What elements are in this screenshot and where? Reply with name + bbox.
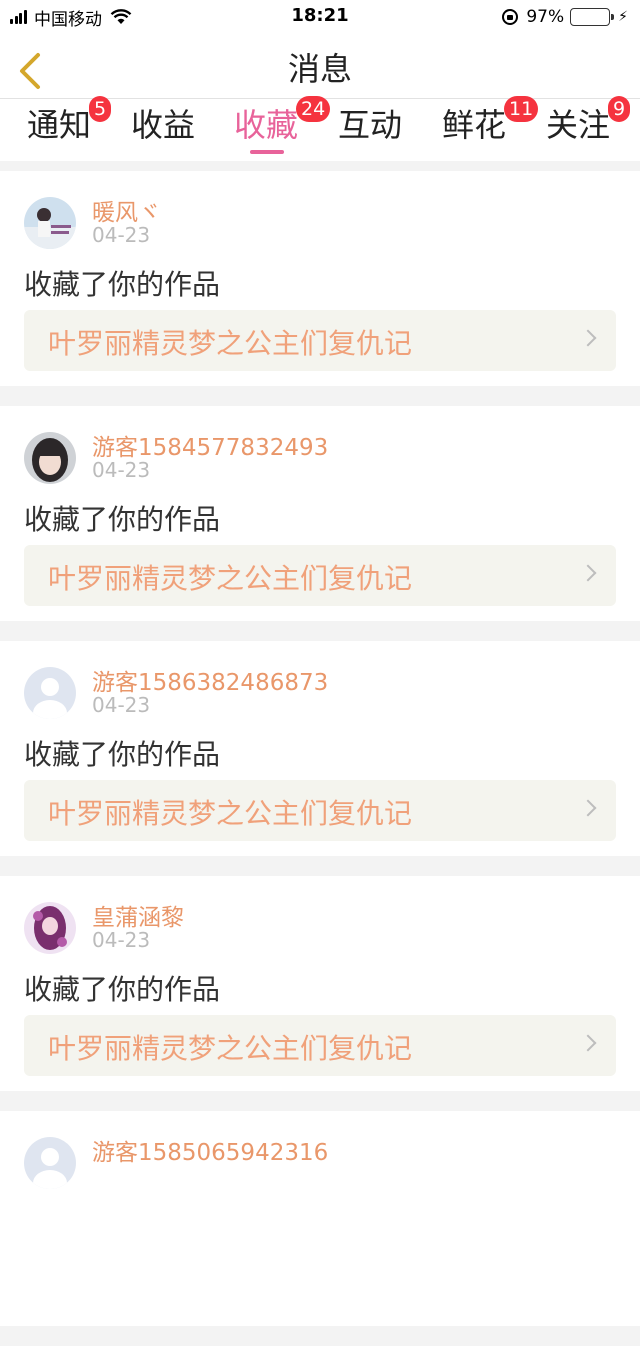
username[interactable]: 游客1586382486873 xyxy=(92,663,328,697)
list-item: 暖风ヾ 04-23 收藏了你的作品 叶罗丽精灵梦之公主们复仇记 xyxy=(0,171,640,386)
chevron-right-icon xyxy=(579,564,597,582)
list-item: 游客1586382486873 04-23 收藏了你的作品 叶罗丽精灵梦之公主们… xyxy=(0,641,640,856)
tab-label: 收藏 xyxy=(234,106,299,144)
username[interactable]: 皇蒲涵黎 xyxy=(92,898,184,932)
list-item: 皇蒲涵黎 04-23 收藏了你的作品 叶罗丽精灵梦之公主们复仇记 xyxy=(0,876,640,1091)
status-bar: 中国移动 18:21 97% ⚡ xyxy=(0,0,640,34)
username[interactable]: 暖风ヾ xyxy=(92,193,161,227)
timestamp: 04-23 xyxy=(92,458,151,482)
notification-badge: 9 xyxy=(608,96,631,122)
work-title: 叶罗丽精灵梦之公主们复仇记 xyxy=(48,797,413,830)
tab-notifications[interactable]: 通知 5 xyxy=(27,96,112,155)
notification-badge: 11 xyxy=(504,96,539,122)
timestamp: 04-23 xyxy=(92,693,151,717)
work-title: 叶罗丽精灵梦之公主们复仇记 xyxy=(48,562,413,595)
tab-flowers[interactable]: 鲜花 11 xyxy=(442,96,539,155)
avatar[interactable] xyxy=(24,432,76,484)
work-link[interactable]: 叶罗丽精灵梦之公主们复仇记 xyxy=(24,310,616,371)
action-text: 收藏了你的作品 xyxy=(24,268,221,301)
action-text: 收藏了你的作品 xyxy=(24,738,221,771)
work-title: 叶罗丽精灵梦之公主们复仇记 xyxy=(48,327,413,360)
avatar[interactable] xyxy=(24,197,76,249)
back-button[interactable] xyxy=(8,40,58,92)
status-right: 97% ⚡ xyxy=(502,6,628,28)
charging-icon: ⚡ xyxy=(618,9,628,25)
action-text: 收藏了你的作品 xyxy=(24,503,221,536)
tab-bar: 通知 5 收益 收藏 24 互动 鲜花 11 关注 9 xyxy=(0,96,640,161)
username[interactable]: 游客1584577832493 xyxy=(92,428,328,462)
notification-badge: 24 xyxy=(296,96,331,122)
chevron-right-icon xyxy=(579,1034,597,1052)
username[interactable]: 游客1585065942316 xyxy=(92,1133,328,1167)
favorites-feed: 暖风ヾ 04-23 收藏了你的作品 叶罗丽精灵梦之公主们复仇记 游客158457… xyxy=(0,171,640,1346)
action-text: 收藏了你的作品 xyxy=(24,973,221,1006)
active-tab-indicator xyxy=(250,150,284,154)
work-title: 叶罗丽精灵梦之公主们复仇记 xyxy=(48,1032,413,1065)
page-title: 消息 xyxy=(287,50,352,88)
timestamp: 04-23 xyxy=(92,928,151,952)
tab-label: 鲜花 xyxy=(442,106,507,144)
tab-following[interactable]: 关注 9 xyxy=(546,96,631,155)
work-link[interactable]: 叶罗丽精灵梦之公主们复仇记 xyxy=(24,780,616,841)
tab-label: 关注 xyxy=(546,106,611,144)
chevron-right-icon xyxy=(579,799,597,817)
battery-percent: 97% xyxy=(526,7,565,27)
tab-label: 收益 xyxy=(131,106,196,144)
timestamp: 04-23 xyxy=(92,223,151,247)
default-user-icon[interactable] xyxy=(24,1137,76,1189)
notification-badge: 5 xyxy=(89,96,112,122)
default-user-icon[interactable] xyxy=(24,667,76,719)
list-item: 游客1584577832493 04-23 收藏了你的作品 叶罗丽精灵梦之公主们… xyxy=(0,406,640,621)
orientation-lock-icon xyxy=(502,9,519,25)
battery-icon xyxy=(570,8,615,26)
tab-interactions[interactable]: 互动 xyxy=(338,103,402,155)
avatar[interactable] xyxy=(24,902,76,954)
tab-label: 互动 xyxy=(338,106,403,144)
tab-label: 通知 xyxy=(27,106,92,144)
work-link[interactable]: 叶罗丽精灵梦之公主们复仇记 xyxy=(24,545,616,606)
tab-earnings[interactable]: 收益 xyxy=(131,103,195,155)
chevron-left-icon xyxy=(20,53,40,89)
nav-bar: 消息 xyxy=(0,34,640,98)
chevron-right-icon xyxy=(579,329,597,347)
work-link[interactable]: 叶罗丽精灵梦之公主们复仇记 xyxy=(24,1015,616,1076)
list-item: 游客1585065942316 xyxy=(0,1111,640,1326)
tab-favorites[interactable]: 收藏 24 xyxy=(234,96,331,155)
